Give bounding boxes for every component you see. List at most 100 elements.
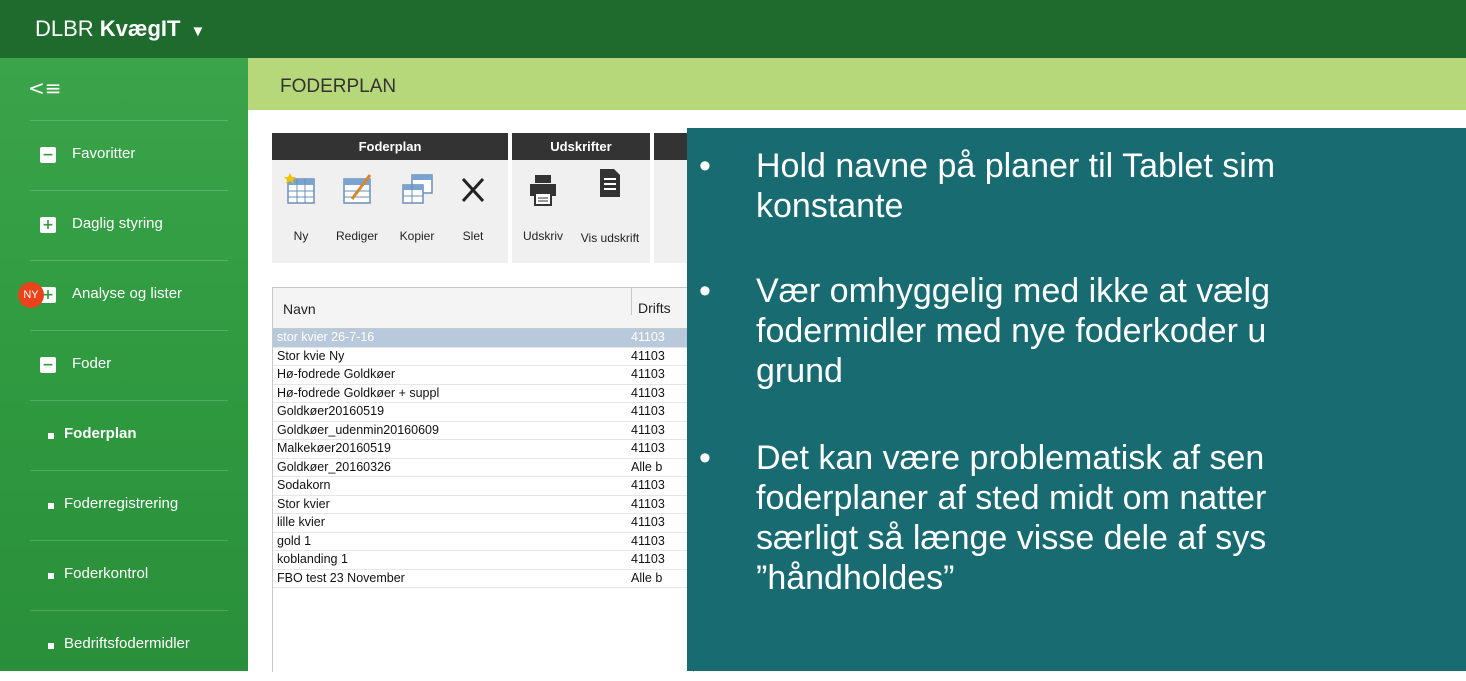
table-row[interactable]: Goldkøer_20160326 Alle b [273, 459, 693, 477]
tool-label: Udskriv [522, 229, 563, 243]
cell-navn: Malkekøer20160519 [277, 441, 391, 455]
printer-icon [530, 175, 556, 206]
table-row[interactable]: Hø-fodrede Goldkøer 41103 [273, 366, 693, 385]
plus-box-icon[interactable]: + [40, 217, 56, 233]
bullet-text-line: • Hold navne på planer til Tablet sim [687, 146, 1275, 186]
sidebar-item-foder[interactable]: − Foder [30, 330, 228, 401]
new-table-icon [284, 173, 315, 204]
sidebar-item-label: Foderkontrol [64, 565, 149, 582]
sidebar-item-analyse-og-lister[interactable]: + Analyse og lister [30, 260, 228, 331]
table-row[interactable]: koblanding 1 41103 [273, 551, 693, 570]
bullet-text-line: foderplaner af sted midt om natter [687, 478, 1266, 518]
delete-icon [461, 177, 485, 203]
cell-drifts: 41103 [631, 348, 665, 363]
sidebar-item-foderplan[interactable]: Foderplan [30, 400, 228, 471]
table-row[interactable]: lille kvier 41103 [273, 514, 693, 533]
table-row[interactable]: Hø-fodrede Goldkøer + suppl 41103 [273, 385, 693, 403]
minus-box-icon[interactable]: − [40, 357, 56, 373]
sidebar-item-label: Foderregistrering [64, 495, 179, 512]
bullet-text-line: særligt så længe visse dele af sys [687, 518, 1266, 558]
bullet-line-text: foderplaner af sted midt om natter [756, 479, 1267, 517]
bullet-icon [48, 643, 54, 649]
brand-light: DLBR [35, 16, 100, 41]
cell-navn: Hø-fodrede Goldkøer [277, 367, 396, 381]
toolbar-group-udskrifter: Udskrifter Udskriv Vis udskrift [512, 133, 650, 263]
bullet-line-text: Hold navne på planer til Tablet sim [756, 147, 1276, 185]
cell-navn: gold 1 [277, 533, 312, 548]
cell-drifts: 41103 [631, 552, 665, 566]
preview-print-button[interactable]: Vis udskrift [580, 169, 640, 251]
cell-navn: Hø-fodrede Goldkøer + suppl [277, 385, 440, 400]
collapse-menu-icon[interactable]: <≡ [28, 76, 62, 100]
cell-drifts: 41103 [631, 330, 665, 344]
column-header-navn[interactable]: Navn [283, 301, 316, 317]
table-row[interactable]: Stor kvie Ny 41103 [273, 348, 693, 366]
column-header-drifts[interactable]: Drifts [631, 288, 671, 316]
sidebar-item-daglig-styring[interactable]: + Daglig styring [30, 190, 228, 261]
tool-label: Rediger [335, 229, 379, 243]
sidebar-item-foderkontrol[interactable]: Foderkontrol [30, 540, 228, 611]
app-brand[interactable]: DLBR KvægIT ▼ [35, 16, 205, 42]
cell-drifts: 41103 [631, 441, 665, 455]
bullet-line-text: konstante [756, 187, 904, 225]
delete-plan-button[interactable]: Slet [448, 171, 498, 251]
table-row[interactable]: gold 1 41103 [273, 533, 693, 551]
bullet-text-line: • Vær omhyggelig med ikke at vælg [687, 271, 1270, 311]
table-row[interactable]: Malkekøer20160519 41103 [273, 440, 693, 459]
plan-table: Navn Drifts stor kvier 26-7-16 41103 Stor … [272, 287, 694, 672]
tool-label: Ny [293, 229, 309, 243]
table-row[interactable]: stor kvier 26-7-16 41103 [273, 329, 693, 348]
bullet-line-text: Det kan være problematisk af sen [756, 439, 1265, 477]
sidebar-item-foderregistrering[interactable]: Foderregistrering [30, 470, 228, 541]
cell-navn: koblanding 1 [277, 552, 348, 566]
bullet-line-text: fodermidler med nye foderkoder u [756, 312, 1267, 350]
bullet-line-text: grund [756, 352, 843, 390]
page-header: FODERPLAN [248, 58, 1466, 110]
bullet-text-line: konstante [687, 186, 903, 226]
cell-drifts: 41103 [631, 496, 665, 511]
print-button[interactable]: Udskriv [518, 171, 568, 251]
tool-label: Slet [462, 229, 484, 243]
cell-drifts: 41103 [631, 533, 665, 548]
tool-label: Kopier [399, 229, 435, 243]
cell-navn: stor kvier 26-7-16 [277, 330, 375, 344]
bullet-text-line: ”håndholdes” [687, 558, 954, 598]
table-row[interactable]: Goldkøer_udenmin20160609 41103 [273, 422, 693, 440]
sidebar-item-label: Analyse og lister [72, 285, 183, 302]
cell-drifts: 41103 [631, 385, 665, 400]
toolbar-group-title: Udskrifter [512, 133, 650, 160]
tool-label: Vis udskrift [580, 231, 640, 245]
sidebar-item-label: Foderplan [64, 425, 137, 442]
table-body: stor kvier 26-7-16 41103 Stor kvie Ny 41103… [273, 329, 693, 588]
chevron-down-icon[interactable]: ▼ [190, 23, 205, 40]
bullet-icon: • [699, 439, 711, 477]
table-row[interactable]: Stor kvier 41103 [273, 496, 693, 514]
sidebar-item-label: Favoritter [72, 145, 136, 162]
table-row[interactable]: Sodakorn 41103 [273, 477, 693, 496]
copy-table-icon [402, 174, 433, 204]
cell-navn: Stor kvier [277, 496, 330, 511]
toolbar-group-foderplan: Foderplan Ny Rediger Kopier Slet [272, 133, 508, 263]
sidebar-item-favoritter[interactable]: − Favoritter [30, 120, 228, 191]
cell-drifts: 41103 [631, 367, 665, 381]
sidebar-item-label: Daglig styring [72, 215, 163, 232]
edit-plan-button[interactable]: Rediger [332, 171, 382, 251]
sidebar-item-label: Bedriftsfodermidler [64, 635, 190, 652]
bullet-icon [48, 573, 54, 579]
cell-navn: Stor kvie Ny [277, 348, 345, 363]
new-plan-button[interactable]: Ny [276, 171, 326, 251]
sidebar-item-label: Foder [72, 355, 112, 372]
brand-bold: KvægIT [99, 16, 181, 41]
copy-plan-button[interactable]: Kopier [392, 171, 442, 251]
bullet-icon [48, 433, 54, 439]
cell-drifts: 41103 [631, 478, 665, 492]
document-icon [600, 169, 620, 197]
sidebar-item-bedriftsfodermidler[interactable]: Bedriftsfodermidler [30, 610, 228, 681]
bullet-icon: • [699, 272, 711, 310]
sidebar: <≡ − Favoritter + Daglig styring + Analy… [0, 58, 248, 671]
bullet-text-line: • Det kan være problematisk af sen [687, 438, 1264, 478]
table-row[interactable]: FBO test 23 November Alle b [273, 570, 693, 588]
minus-box-icon[interactable]: − [40, 147, 56, 163]
table-row[interactable]: Goldkøer20160519 41103 [273, 403, 693, 422]
cell-navn: FBO test 23 November [277, 570, 405, 585]
